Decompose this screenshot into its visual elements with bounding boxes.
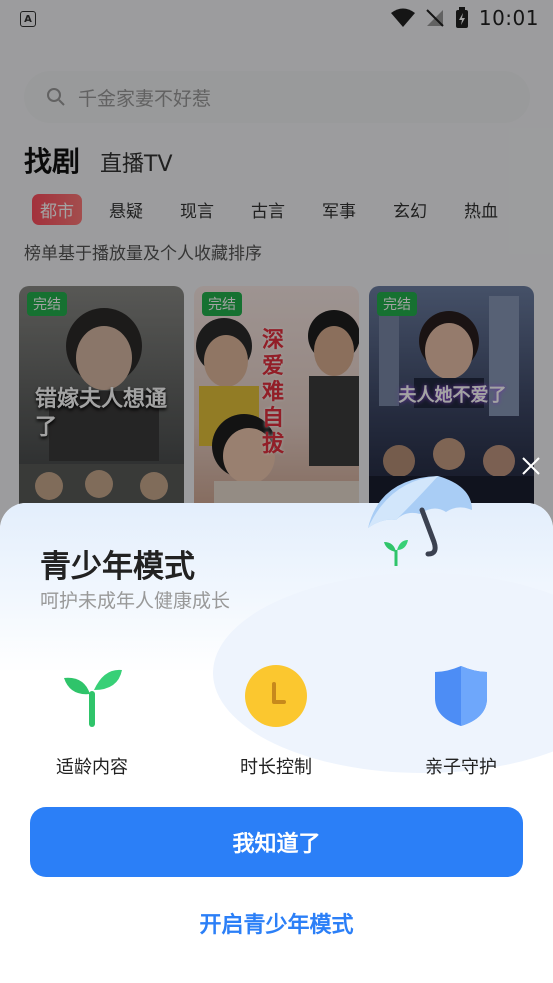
- close-icon[interactable]: [520, 455, 542, 477]
- shield-icon: [426, 661, 496, 731]
- sprout-icon: [57, 661, 127, 731]
- feature-time-control: 时长控制: [211, 661, 341, 779]
- feature-label: 适龄内容: [56, 757, 128, 778]
- feature-parental-guard: 亲子守护: [396, 661, 526, 779]
- sheet-title: 青少年模式: [40, 549, 195, 585]
- feature-age-appropriate: 适龄内容: [27, 661, 157, 779]
- feature-label: 亲子守护: [425, 757, 497, 778]
- enable-teen-mode-link[interactable]: 开启青少年模式: [0, 907, 553, 939]
- sheet-subtitle: 呵护未成年人健康成长: [40, 590, 231, 612]
- umbrella-illustration: [368, 476, 472, 566]
- feature-label: 时长控制: [240, 757, 312, 778]
- clock-icon: [241, 661, 311, 731]
- got-it-button[interactable]: 我知道了: [30, 807, 523, 877]
